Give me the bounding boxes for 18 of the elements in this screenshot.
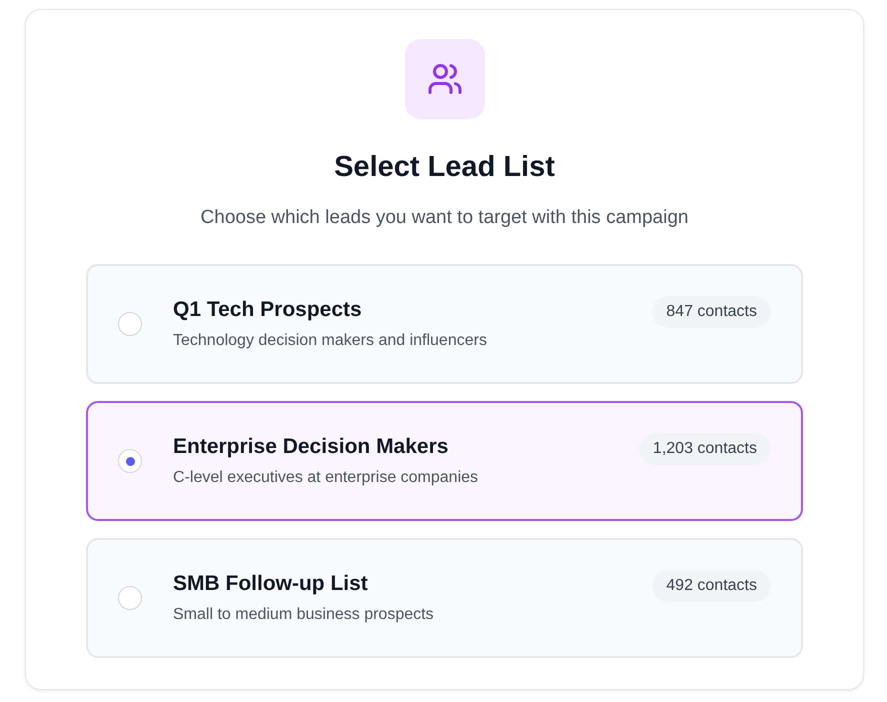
contact-count-badge: 1,203 contacts [638, 433, 771, 465]
list-name: SMB Follow-up List [173, 571, 369, 597]
contact-count-badge: 847 contacts [652, 296, 771, 328]
radio-button[interactable] [118, 449, 142, 473]
list-description: Small to medium business prospects [173, 605, 435, 625]
lead-list-option[interactable]: Q1 Tech Prospects Technology decision makers and influencers 847 contacts [86, 264, 803, 384]
users-icon [404, 39, 484, 119]
list-description: Technology decision makers and influencers [173, 331, 488, 351]
dialog-subtitle: Choose which leads you want to target with this campaign [200, 206, 688, 230]
list-description: C-level executives at enterprise companies [173, 468, 480, 488]
lead-list-option[interactable]: Enterprise Decision Makers C-level executives at enterprise companies 1,203 contacts [86, 401, 803, 521]
list-name: Enterprise Decision Makers [173, 434, 450, 460]
radio-button[interactable] [118, 312, 142, 336]
dialog-title: Select Lead List [334, 150, 555, 185]
radio-button[interactable] [118, 586, 142, 610]
lead-list-option[interactable]: SMB Follow-up List Small to medium business prospects 492 contacts [86, 538, 803, 658]
contact-count-badge: 492 contacts [652, 570, 771, 602]
list-name: Q1 Tech Prospects [173, 297, 363, 323]
